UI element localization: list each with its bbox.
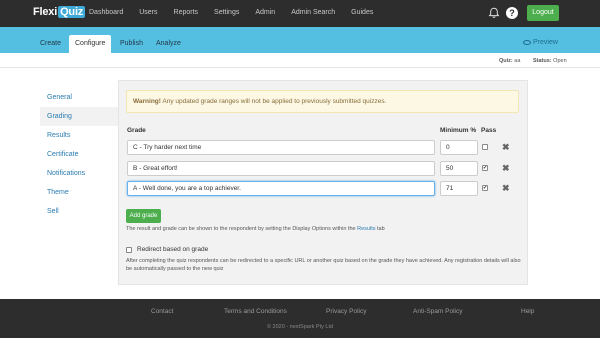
logout-button[interactable]: Logout <box>527 5 559 21</box>
quiz-status-bar: Quiz: aa Status: Open <box>0 53 600 68</box>
pass-checkbox[interactable] <box>482 144 488 150</box>
status-label: Status: <box>533 58 552 64</box>
footer-contact-link[interactable]: Contact <box>151 308 173 315</box>
flexiquiz-logo[interactable]: Flexi Quiz <box>33 6 86 18</box>
sidebar-item-theme[interactable]: Theme <box>40 183 118 202</box>
grade-minimum-input[interactable]: 50 <box>440 161 478 176</box>
pass-checkbox[interactable]: ✔ <box>482 185 488 191</box>
footer-antispam-link[interactable]: Anti-Spam Policy <box>413 308 463 315</box>
grade-minimum-input[interactable]: 71 <box>440 181 478 196</box>
grade-minimum-input[interactable]: 0 <box>440 140 478 155</box>
sidebar-item-results[interactable]: Results <box>40 126 118 145</box>
sidebar-item-notifications[interactable]: Notifications <box>40 164 118 183</box>
redirect-checkbox[interactable] <box>126 247 132 253</box>
bell-icon[interactable] <box>488 7 500 19</box>
quiz-label: Quiz: <box>499 58 513 64</box>
redirect-label[interactable]: Redirect based on grade <box>137 246 208 253</box>
nav-admin-search[interactable]: Admin Search <box>291 9 335 16</box>
grade-column-header: Grade <box>127 127 146 134</box>
grade-name-input[interactable]: A - Well done, you are a top achiever. <box>127 181 435 196</box>
copyright-text: © 2020 - nextSpark Pty Ltd <box>266 324 334 330</box>
preview-label: Preview <box>533 39 558 46</box>
footer-privacy-link[interactable]: Privacy Policy <box>326 308 366 315</box>
sidebar-item-sell[interactable]: Sell <box>40 202 118 221</box>
tab-analyze[interactable]: Analyze <box>156 35 181 53</box>
grade-help-text: The result and grade can be shown to the… <box>126 226 385 232</box>
grading-panel: Warning! Any updated grade ranges will n… <box>118 80 528 285</box>
footer-terms-link[interactable]: Terms and Conditions <box>224 308 287 315</box>
remove-grade-icon[interactable]: ✖ <box>502 163 510 174</box>
quiz-subnav: Create Configure Publish Analyze Preview <box>0 27 600 53</box>
grade-name-input[interactable]: B - Great effort! <box>127 161 435 176</box>
warning-alert: Warning! Any updated grade ranges will n… <box>126 90 519 113</box>
grade-name-input[interactable]: C - Try harder next time <box>127 140 435 155</box>
preview-link[interactable]: Preview <box>523 39 558 46</box>
nav-guides[interactable]: Guides <box>351 9 373 16</box>
warning-text: Any updated grade ranges will not be app… <box>162 98 387 105</box>
footer-help-link[interactable]: Help <box>521 308 534 315</box>
warning-strong: Warning! <box>133 98 161 105</box>
redirect-description: After completing the quiz respondents ca… <box>126 258 521 272</box>
nav-admin[interactable]: Admin <box>255 9 275 16</box>
nav-users[interactable]: Users <box>139 9 157 16</box>
minimum-column-header: Minimum % <box>440 127 477 134</box>
sidebar-item-grading[interactable]: Grading <box>40 107 118 126</box>
quiz-status: Status: Open <box>533 58 567 64</box>
results-link[interactable]: Results <box>357 226 375 232</box>
tab-configure[interactable]: Configure <box>69 35 112 53</box>
add-grade-button[interactable]: Add grade <box>126 209 161 223</box>
sidebar-item-certificate[interactable]: Certificate <box>40 145 118 164</box>
pass-checkbox[interactable]: ✔ <box>482 165 488 171</box>
remove-grade-icon[interactable]: ✖ <box>502 183 510 194</box>
nav-reports[interactable]: Reports <box>174 9 199 16</box>
pass-column-header: Pass <box>481 127 497 134</box>
sidebar-item-general[interactable]: General <box>40 88 118 107</box>
nav-settings[interactable]: Settings <box>214 9 239 16</box>
quiz-value: aa <box>514 58 521 64</box>
remove-grade-icon[interactable]: ✖ <box>502 142 510 153</box>
quiz-name: Quiz: aa <box>499 58 520 64</box>
nav-dashboard[interactable]: Dashboard <box>89 9 123 16</box>
main-nav: Dashboard Users Reports Settings Admin A… <box>89 9 389 16</box>
help-icon[interactable]: ? <box>506 7 518 19</box>
logo-main: Flexi <box>33 6 58 18</box>
logo-badge: Quiz <box>58 6 86 18</box>
help-text-after: tab <box>375 226 385 232</box>
help-text-before: The result and grade can be shown to the… <box>126 226 358 232</box>
tab-create[interactable]: Create <box>40 35 61 53</box>
configure-sidebar: General Grading Results Certificate Noti… <box>40 88 118 221</box>
tab-publish[interactable]: Publish <box>120 35 143 53</box>
eye-icon <box>523 39 531 45</box>
page-footer: Contact Terms and Conditions Privacy Pol… <box>0 299 600 338</box>
top-navbar: Flexi Quiz Dashboard Users Reports Settin… <box>0 0 600 27</box>
status-value: Open <box>553 58 567 64</box>
